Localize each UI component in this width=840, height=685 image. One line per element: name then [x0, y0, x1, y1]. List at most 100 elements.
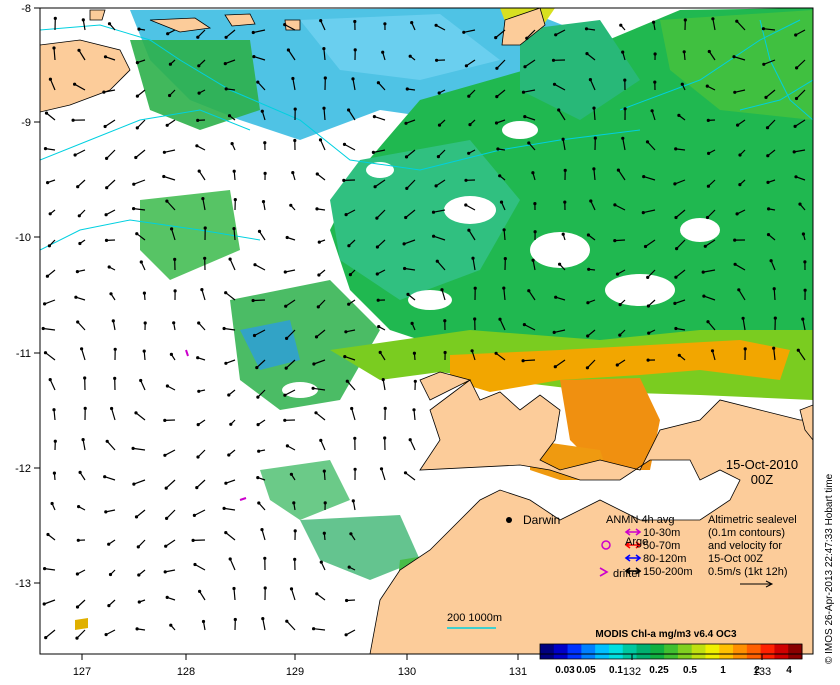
velocity-arrow-head: [140, 260, 143, 263]
velocity-arrow-head: [232, 227, 235, 230]
velocity-arrow-head: [75, 637, 78, 640]
velocity-arrow-head: [617, 169, 620, 172]
drifter-label: drifter: [613, 568, 641, 580]
velocity-arrow-head: [312, 387, 315, 390]
lat-tick-label: -11: [16, 348, 31, 360]
velocity-arrow-head: [437, 155, 440, 158]
velocity-arrow-head: [795, 97, 798, 100]
latitude-axis: -8-9-10-11-12-13: [15, 3, 40, 590]
velocity-arrow-head: [673, 182, 676, 185]
velocity-arrow-head: [224, 531, 227, 534]
velocity-arrow-head: [435, 24, 438, 27]
velocity-arrow-head: [523, 65, 526, 68]
lon-tick-label: 133: [753, 666, 771, 678]
velocity-arrow-head: [764, 96, 767, 99]
velocity-arrow-head: [227, 453, 230, 456]
alt-line-1: Altimetric sealevel: [708, 514, 797, 526]
velocity-arrow-head: [734, 263, 737, 266]
map-plot-area: [40, 8, 813, 654]
velocity-arrow-head: [285, 337, 288, 340]
velocity-arrow-head: [318, 241, 321, 244]
ocean-color-map: Darwin 15-Oct-2010 00Z ANMN 4h avg 10-30…: [0, 0, 840, 680]
velocity-arrow-head: [411, 322, 414, 325]
velocity-arrow-head: [353, 437, 356, 440]
velocity-arrow-head: [76, 572, 79, 575]
velocity-arrow-head: [352, 499, 355, 502]
velocity-arrow-head: [198, 590, 201, 593]
lon-tick-label: 128: [177, 666, 195, 678]
velocity-arrow-head: [554, 33, 557, 36]
velocity-arrow-head: [558, 263, 561, 266]
velocity-arrow-head: [257, 450, 260, 453]
velocity-arrow-head: [79, 471, 82, 474]
velocity-arrow-head: [169, 63, 172, 66]
velocity-arrow-head: [54, 17, 57, 20]
velocity-arrow-head: [586, 366, 589, 369]
velocity-arrow-head: [77, 505, 80, 508]
velocity-arrow-head: [170, 227, 173, 230]
velocity-arrow-head: [406, 293, 409, 296]
velocity-arrow-head: [474, 287, 477, 290]
velocity-arrow-head: [229, 423, 232, 426]
velocity-arrow-head: [139, 379, 142, 382]
alt-line-4: 15-Oct 00Z: [708, 553, 763, 565]
velocity-arrow-head: [314, 411, 317, 414]
velocity-arrow-head: [53, 472, 56, 475]
colorbar-cell: [719, 644, 733, 659]
velocity-arrow-head: [256, 81, 259, 84]
velocity-arrow-head: [375, 217, 378, 220]
velocity-arrow-head: [706, 216, 709, 219]
velocity-arrow-head: [554, 365, 557, 368]
velocity-arrow-head: [379, 351, 382, 354]
velocity-arrow-head: [144, 321, 147, 324]
velocity-arrow-head: [704, 245, 707, 248]
velocity-arrow-head: [502, 287, 505, 290]
velocity-arrow-head: [557, 108, 560, 111]
velocity-arrow-head: [523, 323, 526, 326]
colorbar-cell: [678, 644, 692, 659]
velocity-arrow-head: [406, 87, 409, 90]
lon-tick-label: 129: [286, 666, 304, 678]
velocity-arrow-head: [345, 213, 348, 216]
imos-credit: © IMOS 26-Apr-2013 22:47:33 Hobart time: [824, 473, 835, 664]
velocity-arrow-head: [52, 46, 55, 49]
velocity-arrow-head: [252, 55, 255, 58]
velocity-arrow-head: [351, 77, 354, 80]
velocity-arrow-head: [193, 514, 196, 517]
velocity-arrow-head: [531, 171, 534, 174]
velocity-arrow-head: [344, 330, 347, 333]
velocity-arrow-head: [383, 22, 386, 25]
velocity-arrow-head: [165, 200, 168, 203]
velocity-arrow-head: [224, 362, 227, 365]
velocity-arrow-head: [804, 289, 807, 292]
velocity-arrow-head: [642, 211, 645, 214]
velocity-arrow-head: [262, 200, 265, 203]
velocity-arrow-head: [413, 352, 416, 355]
velocity-arrow-head: [675, 247, 678, 250]
velocity-arrow-head: [438, 91, 441, 94]
velocity-arrow-head: [283, 394, 286, 397]
velocity-arrow-head: [464, 203, 467, 206]
velocity-arrow-head: [498, 318, 501, 321]
velocity-arrow-head: [106, 440, 109, 443]
velocity-arrow-head: [349, 532, 352, 535]
velocity-arrow-head: [74, 153, 77, 156]
velocity-arrow-head: [527, 141, 530, 144]
velocity-arrow-head: [674, 327, 677, 330]
velocity-arrow-head: [229, 258, 232, 261]
velocity-arrow-head: [647, 304, 650, 307]
velocity-arrow-head: [234, 618, 237, 621]
velocity-arrow-head: [76, 185, 79, 188]
velocity-arrow-head: [166, 32, 169, 35]
velocity-arrow-head: [733, 91, 736, 94]
velocity-arrow-head: [793, 150, 796, 153]
colorbar-title: MODIS Chl-a mg/m3 v6.4 OC3: [595, 629, 737, 640]
velocity-arrow-head: [72, 119, 75, 122]
velocity-arrow-head: [105, 157, 108, 160]
colorbar-tick-label: 0.25: [649, 665, 669, 676]
velocity-arrow-head: [170, 353, 173, 356]
velocity-arrow-head: [284, 305, 287, 308]
velocity-arrow-head: [592, 167, 595, 170]
velocity-arrow-head: [198, 170, 201, 173]
velocity-arrow-head: [224, 62, 227, 65]
